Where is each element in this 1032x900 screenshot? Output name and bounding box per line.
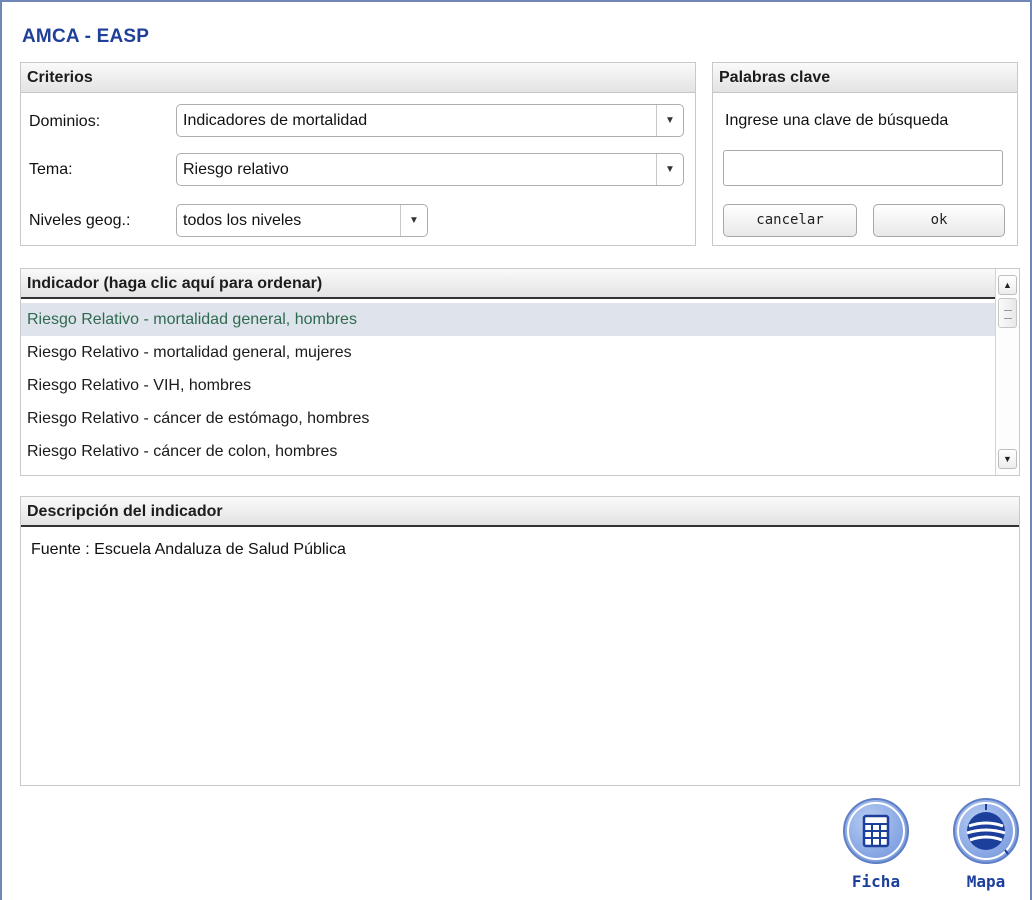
mapa-button[interactable]: Mapa <box>948 798 1024 891</box>
descripcion-header: Descripción del indicador <box>21 497 1019 527</box>
scroll-thumb[interactable] <box>998 298 1017 328</box>
scroll-down-icon[interactable]: ▼ <box>998 449 1017 469</box>
chevron-down-icon[interactable]: ▼ <box>656 105 683 136</box>
dominios-label: Dominios: <box>29 113 101 130</box>
chevron-down-icon[interactable]: ▼ <box>656 154 683 185</box>
ficha-button[interactable]: Ficha <box>838 798 914 891</box>
indicador-item[interactable]: Riesgo Relativo - VIH, hombres <box>21 369 995 402</box>
table-icon[interactable] <box>843 798 909 864</box>
scroll-up-icon[interactable]: ▲ <box>998 275 1017 295</box>
criterios-panel: Criterios Dominios: Indicadores de morta… <box>20 62 696 246</box>
indicador-panel: Indicador (haga clic aquí para ordenar) … <box>20 268 1020 476</box>
indicador-list: Riesgo Relativo - mortalidad general, ho… <box>21 303 995 468</box>
app-window: AMCA - EASP Criterios Dominios: Indicado… <box>0 0 1032 900</box>
mapa-label: Mapa <box>966 872 1006 891</box>
ok-button[interactable]: ok <box>873 204 1005 237</box>
criterios-header: Criterios <box>21 63 695 93</box>
palabras-clave-header: Palabras clave <box>713 63 1017 93</box>
indicador-item[interactable]: Riesgo Relativo - cáncer de colon, hombr… <box>21 435 995 468</box>
tema-label: Tema: <box>29 161 73 178</box>
indicador-scrollbar[interactable]: ▲ ▼ <box>995 269 1019 475</box>
indicador-item[interactable]: Riesgo Relativo - mortalidad general, ho… <box>21 303 995 336</box>
descripcion-text: Fuente : Escuela Andaluza de Salud Públi… <box>31 541 346 558</box>
tema-select[interactable]: Riesgo relativo ▼ <box>176 153 684 186</box>
indicador-item[interactable]: Riesgo Relativo - cáncer de estómago, ho… <box>21 402 995 435</box>
niveles-value: todos los niveles <box>183 212 302 229</box>
dominios-value: Indicadores de mortalidad <box>183 112 368 129</box>
cancel-button[interactable]: cancelar <box>723 204 857 237</box>
indicador-item[interactable]: Riesgo Relativo - mortalidad general, mu… <box>21 336 995 369</box>
indicador-sort-header[interactable]: Indicador (haga clic aquí para ordenar) <box>21 269 995 299</box>
keyword-search-input[interactable] <box>723 150 1003 186</box>
palabras-clave-panel: Palabras clave Ingrese una clave de búsq… <box>712 62 1018 246</box>
globe-icon[interactable] <box>953 798 1019 864</box>
tema-value: Riesgo relativo <box>183 161 289 178</box>
ficha-label: Ficha <box>851 872 901 891</box>
chevron-down-icon[interactable]: ▼ <box>400 205 427 236</box>
app-title: AMCA - EASP <box>22 26 150 47</box>
niveles-select[interactable]: todos los niveles ▼ <box>176 204 428 237</box>
search-prompt: Ingrese una clave de búsqueda <box>725 112 949 129</box>
descripcion-panel: Descripción del indicador Fuente : Escue… <box>20 496 1020 786</box>
niveles-label: Niveles geog.: <box>29 212 131 229</box>
dominios-select[interactable]: Indicadores de mortalidad ▼ <box>176 104 684 137</box>
